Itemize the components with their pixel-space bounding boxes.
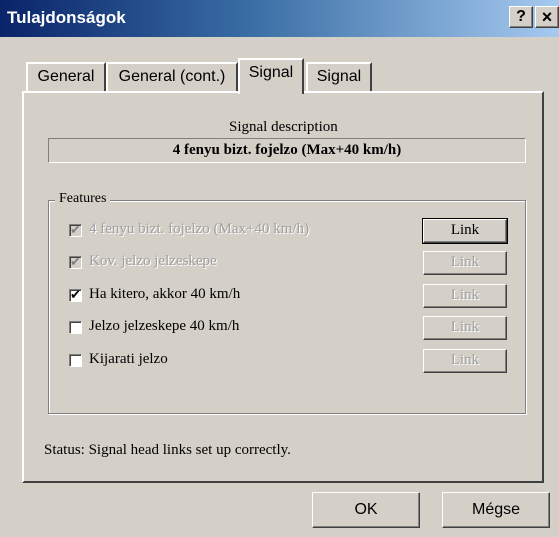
signal-description-field: 4 fenyu bizt. fojelzo (Max+40 km/h) [48, 138, 526, 163]
feature-row: ✔ Ha kitero, akkor 40 km/h Link [69, 284, 509, 310]
title-bar[interactable]: Tulajdonságok ? × [0, 0, 559, 37]
ok-button[interactable]: OK [312, 492, 420, 528]
feature-checkbox[interactable] [69, 354, 82, 367]
features-group: Features ✔ 4 fenyu bizt. fojelzo (Max+40… [48, 191, 526, 414]
tab-general[interactable]: General [26, 62, 106, 92]
feature-checkbox[interactable]: ✔ [69, 289, 82, 302]
link-button[interactable]: Link [422, 218, 508, 244]
link-button[interactable]: Link [423, 349, 507, 373]
link-button[interactable]: Link [423, 251, 507, 275]
feature-label: Kov. jelzo jelzeskepe [89, 253, 217, 269]
tab-signal-2[interactable]: Signal [306, 62, 372, 92]
window-title: Tulajdonságok [7, 8, 126, 27]
tab-signal-active[interactable]: Signal [238, 58, 304, 94]
feature-label: 4 fenyu bizt. fojelzo (Max+40 km/h) [89, 221, 310, 237]
feature-checkbox[interactable]: ✔ [69, 256, 82, 269]
tab-panel: Signal description 4 fenyu bizt. fojelzo… [22, 91, 544, 483]
features-legend: Features [55, 191, 111, 207]
cancel-button[interactable]: Mégse [442, 492, 550, 528]
feature-row: Kijarati jelzo Link [69, 349, 509, 375]
status-text: Status: Signal head links set up correct… [44, 442, 291, 458]
help-button[interactable]: ? [509, 6, 533, 28]
link-button[interactable]: Link [423, 316, 507, 340]
feature-label: Jelzo jelzeskepe 40 km/h [89, 318, 240, 334]
tab-general-cont[interactable]: General (cont.) [106, 62, 238, 92]
feature-label: Ha kitero, akkor 40 km/h [89, 286, 241, 302]
feature-row: ✔ Kov. jelzo jelzeskepe Link [69, 251, 509, 277]
properties-dialog: Tulajdonságok ? × General General (cont.… [0, 0, 559, 537]
signal-description-label: Signal description [229, 119, 338, 135]
feature-row: Jelzo jelzeskepe 40 km/h Link [69, 316, 509, 342]
close-button[interactable]: × [535, 6, 559, 28]
feature-label: Kijarati jelzo [89, 351, 168, 367]
feature-checkbox[interactable]: ✔ [69, 224, 82, 237]
feature-row: ✔ 4 fenyu bizt. fojelzo (Max+40 km/h) Li… [69, 218, 509, 245]
link-button[interactable]: Link [423, 284, 507, 308]
feature-checkbox[interactable] [69, 321, 82, 334]
